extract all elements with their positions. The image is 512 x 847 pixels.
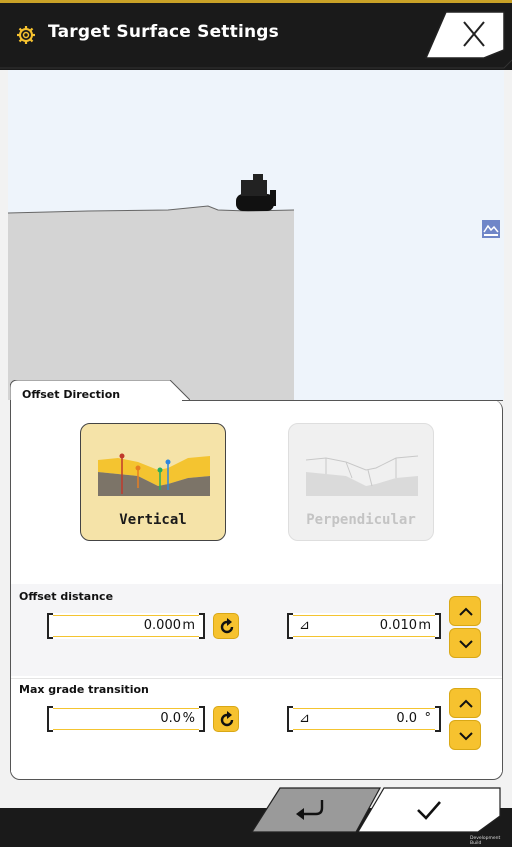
vertical-option-label: Vertical — [119, 512, 187, 528]
grade-angle-value: 0.0 — [396, 711, 417, 726]
chevron-down-icon — [459, 732, 473, 741]
gear-icon — [17, 26, 35, 44]
offset-increment-button[interactable] — [449, 596, 481, 626]
vertical-option-button[interactable]: Vertical — [80, 423, 226, 541]
grade-angle-input[interactable]: ⊿ 0.0 ° — [287, 706, 441, 732]
grade-decrement-button[interactable] — [449, 720, 481, 750]
perpendicular-offset-icon — [306, 455, 418, 496]
perpendicular-option-label: Perpendicular — [306, 512, 416, 528]
offset-distance-reset-button[interactable] — [213, 613, 239, 639]
angle-icon: ⊿ — [299, 711, 310, 726]
terrain-profile — [8, 174, 295, 400]
confirm-button[interactable] — [356, 787, 501, 833]
max-grade-value: 0.0 — [160, 711, 181, 726]
max-grade-reset-button[interactable] — [213, 706, 239, 732]
grade-increment-button[interactable] — [449, 688, 481, 718]
grade-stepper[interactable] — [449, 688, 481, 750]
offset-distance-unit: m — [182, 618, 195, 633]
max-grade-input[interactable]: 0.0 % — [47, 706, 205, 732]
offset-slope-value: 0.010 — [379, 618, 417, 633]
close-button[interactable] — [424, 10, 506, 60]
reset-icon — [220, 711, 234, 727]
grade-angle-unit: ° — [424, 711, 432, 726]
offset-slope-unit: m — [418, 618, 431, 633]
perpendicular-option-button[interactable]: Perpendicular — [288, 423, 434, 541]
offset-slope-input[interactable]: ⊿ 0.010 m — [287, 613, 441, 639]
slope-icon: ⊿ — [299, 618, 310, 633]
footer-bar — [0, 787, 512, 847]
section-divider — [11, 678, 502, 679]
header: Target Surface Settings — [0, 0, 512, 70]
vertical-offset-icon — [98, 453, 210, 496]
page-title: Target Surface Settings — [48, 22, 279, 42]
terrain-view-icon[interactable] — [482, 220, 500, 238]
offset-stepper[interactable] — [449, 596, 481, 658]
chevron-up-icon — [459, 607, 473, 616]
offset-distance-title: Offset distance — [19, 590, 114, 603]
max-grade-title: Max grade transition — [19, 683, 149, 696]
offset-distance-value: 0.000 — [143, 618, 181, 633]
build-label: Development Build — [470, 836, 501, 846]
offset-decrement-button[interactable] — [449, 628, 481, 658]
chevron-up-icon — [459, 699, 473, 708]
surface-view[interactable] — [8, 70, 504, 400]
dozer-icon — [236, 174, 276, 211]
chevron-down-icon — [459, 640, 473, 649]
offset-distance-input[interactable]: 0.000 m — [47, 613, 205, 639]
max-grade-unit: % — [182, 711, 195, 726]
reset-icon — [220, 618, 234, 634]
